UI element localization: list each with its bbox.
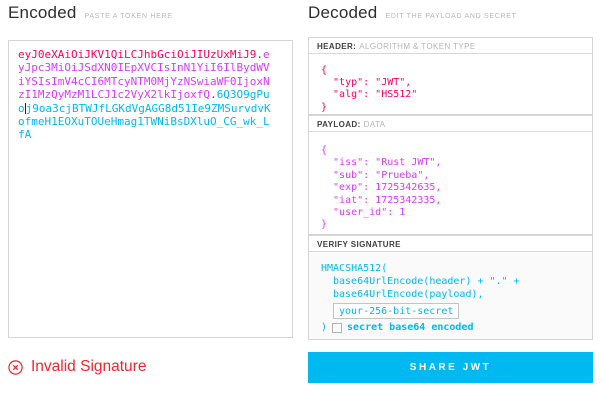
header-label: HEADER:: [317, 42, 357, 51]
decoded-subtitle: EDIT THE PAYLOAD AND SECRET: [385, 13, 517, 20]
header-json-editor[interactable]: { "typ": "JWT", "alg": "HS512" }: [309, 54, 592, 114]
signature-status-label: Invalid Signature: [31, 358, 147, 375]
encoded-token-input[interactable]: eyJ0eXAiOiJKV1QiLCJhbGciOiJIUzUxMiJ9.eyJ…: [8, 40, 293, 338]
hmac-line-3: base64UrlEncode(payload),: [333, 289, 484, 300]
circle-x-icon: [8, 359, 23, 375]
close-paren: ): [321, 322, 328, 333]
payload-section: PAYLOAD: DATA { "iss": "Rust JWT", "sub":…: [308, 115, 593, 235]
payload-json-editor[interactable]: { "iss": "Rust JWT", "sub": "Prueba", "e…: [309, 132, 592, 232]
signature-status: Invalid Signature: [8, 358, 146, 376]
header-section: HEADER: ALGORITHM & TOKEN TYPE { "typ": "…: [308, 37, 593, 115]
encoded-subtitle: PASTE A TOKEN HERE: [84, 13, 173, 20]
token-dot: .: [210, 88, 217, 102]
share-jwt-button[interactable]: SHARE JWT: [308, 352, 593, 383]
hmac-line-1: HMACSHA512(: [321, 263, 388, 274]
token-signature-segment: j9oa3cjBTWJfLGKdVgAGG8d51Ie9ZMSurvdvKofm…: [18, 101, 271, 142]
base64-encoded-checkbox-label[interactable]: secret base64 encoded: [347, 321, 473, 334]
secret-input[interactable]: [333, 303, 459, 319]
base64-encoded-checkbox[interactable]: [332, 322, 343, 333]
jwt-token-text[interactable]: eyJ0eXAiOiJKV1QiLCJhbGciOiJIUzUxMiJ9.eyJ…: [18, 48, 272, 142]
share-jwt-button-label: SHARE JWT: [409, 362, 492, 373]
verify-label: VERIFY SIGNATURE: [317, 240, 401, 249]
encoded-heading: Encoded PASTE A TOKEN HERE: [8, 3, 173, 23]
token-header-segment: eyJ0eXAiOiJKV1QiLCJhbGciOiJIUzUxMiJ9: [18, 48, 257, 61]
payload-section-label: PAYLOAD: DATA: [309, 116, 592, 132]
verify-section-label: VERIFY SIGNATURE: [309, 236, 592, 252]
payload-label-hint: DATA: [363, 120, 386, 129]
verify-signature-body: HMACSHA512( base64UrlEncode(header) + ".…: [309, 252, 592, 339]
verify-signature-section: VERIFY SIGNATURE HMACSHA512( base64UrlEn…: [308, 235, 593, 340]
header-label-hint: ALGORITHM & TOKEN TYPE: [359, 42, 476, 51]
header-section-label: HEADER: ALGORITHM & TOKEN TYPE: [309, 38, 592, 54]
encoded-title: Encoded: [8, 3, 77, 22]
decoded-heading: Decoded EDIT THE PAYLOAD AND SECRET: [308, 3, 517, 23]
decoded-title: Decoded: [308, 3, 378, 22]
payload-label: PAYLOAD:: [317, 120, 361, 129]
hmac-line-2: base64UrlEncode(header) + "." +: [333, 276, 520, 287]
hmac-close-row: ) secret base64 encoded: [321, 321, 592, 334]
